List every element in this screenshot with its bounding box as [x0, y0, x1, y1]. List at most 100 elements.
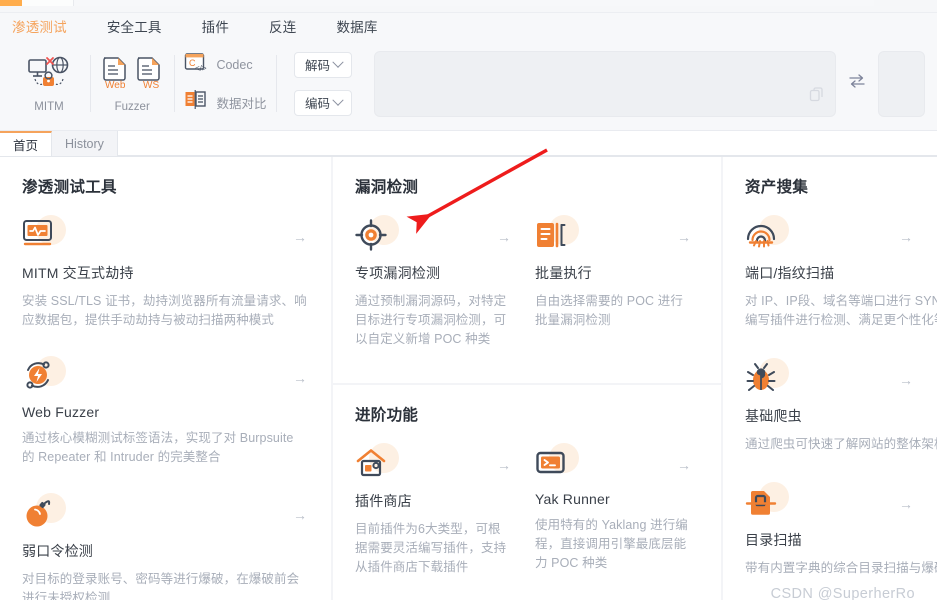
- card-directory-scan[interactable]: → 目录扫描 带有内置字典的综合目录扫描与爆破: [745, 482, 937, 578]
- card-batch-execute[interactable]: → 批量执行 自由选择需要的 POC 进行 批量漏洞检测: [535, 215, 699, 349]
- codec-icon: C </>: [184, 52, 208, 79]
- card-icon-wrap: [22, 356, 68, 398]
- card-desc: 目前插件为6大类型，可根 据需要灵活编写插件，支持 从插件商店下载插件: [355, 522, 507, 574]
- card-icon-wrap: [745, 358, 791, 400]
- chevron-down-icon: [332, 94, 344, 106]
- card-special-vuln-detect[interactable]: → 专项漏洞检测 通过预制漏洞源码，对特定 目标进行专项漏洞检测，可 以自定义新…: [355, 215, 519, 349]
- fuzz-cycle-icon: [22, 360, 56, 397]
- mitm-icon: [27, 55, 71, 96]
- menu-item-reverse[interactable]: 反连: [269, 16, 318, 36]
- window-tab-2[interactable]: [22, 0, 74, 6]
- section-vuln-detection: 漏洞检测 → 专项漏洞检测 通过预制漏洞源码，对特定 目标进行专项漏洞检测，可 …: [333, 157, 721, 383]
- card-desc: 自由选择需要的 POC 进行 批量漏洞检测: [535, 294, 683, 327]
- decode-select-label: 解码: [304, 59, 330, 73]
- card-desc: 对目标的登录账号、密码等进行爆破，在爆破前会 进行未授权检测: [22, 572, 300, 600]
- menubar: 渗透测试 安全工具 插件 反连 数据库: [0, 13, 937, 39]
- card-web-fuzzer[interactable]: → Web Fuzzer 通过核心模糊测试标签语法，实现了对 Burpsuite…: [22, 356, 309, 467]
- menu-item-pentest[interactable]: 渗透测试: [12, 16, 89, 36]
- ribbon-group-fuzzer: Web WS Fuzzer: [90, 43, 174, 124]
- card-title: MITM 交互式劫持: [22, 265, 134, 281]
- batch-list-icon: [535, 219, 569, 256]
- card-icon-wrap: [535, 215, 581, 257]
- advanced-feature-list: → 插件商店 目前插件为6大类型，可根 据需要灵活编写插件，支持 从插件商店下载…: [355, 443, 699, 599]
- card-title: 基础爬虫: [745, 408, 802, 424]
- window-tab-active[interactable]: [0, 0, 22, 6]
- chevron-down-icon: [332, 56, 344, 68]
- data-compare-icon: [184, 89, 208, 116]
- section-title-vuln-detection: 漏洞检测: [355, 179, 419, 196]
- section-asset-collection: 资产搜集 → 端口/指纹扫描 对 IP、IP段、域名等端口进行 SYN、 编写插…: [723, 157, 937, 600]
- card-basic-crawler[interactable]: → 基础爬虫 通过爬虫可快速了解网站的整体架构: [745, 358, 937, 454]
- asset-collection-list: → 端口/指纹扫描 对 IP、IP段、域名等端口进行 SYN、 编写插件进行检测…: [745, 215, 937, 600]
- middle-column: 漏洞检测 → 专项漏洞检测 通过预制漏洞源码，对特定 目标进行专项漏洞检测，可 …: [333, 157, 721, 600]
- menu-item-security-tools[interactable]: 安全工具: [107, 16, 184, 36]
- card-icon-wrap: [535, 443, 581, 485]
- menu-item-plugins[interactable]: 插件: [202, 16, 251, 36]
- card-plugin-store[interactable]: → 插件商店 目前插件为6大类型，可根 据需要灵活编写插件，支持 从插件商店下载…: [355, 443, 519, 577]
- data-compare-label: 数据对比: [216, 96, 267, 111]
- card-desc: 对 IP、IP段、域名等端口进行 SYN、 编写插件进行检测、满足更个性化等: [745, 294, 937, 327]
- page-tab-bar: 首页 History: [0, 131, 937, 157]
- svg-text:WS: WS: [143, 80, 159, 91]
- card-desc: 通过核心模糊测试标签语法，实现了对 Burpsuite 的 Repeater 和…: [22, 431, 294, 464]
- plugin-store-house-icon: [355, 447, 389, 484]
- vuln-detection-list: → 专项漏洞检测 通过预制漏洞源码，对特定 目标进行专项漏洞检测，可 以自定义新…: [355, 215, 699, 371]
- section-title-pentest-tools: 渗透测试工具: [22, 179, 117, 196]
- card-port-fingerprint-scan[interactable]: → 端口/指纹扫描 对 IP、IP段、域名等端口进行 SYN、 编写插件进行检测…: [745, 215, 937, 330]
- codec-input-right[interactable]: [878, 50, 925, 117]
- fingerprint-scan-icon: [745, 219, 779, 256]
- pentest-tool-list: → MITM 交互式劫持 安装 SSL/TLS 证书，劫持浏览器所有流量请求、响…: [22, 215, 309, 600]
- card-title: 目录扫描: [745, 532, 802, 548]
- card-icon-wrap: [745, 215, 791, 257]
- tab-history[interactable]: History: [52, 131, 118, 156]
- mitm-button[interactable]: MITM: [18, 55, 80, 113]
- codec-label: Codec: [216, 58, 253, 72]
- card-title: 弱口令检测: [22, 543, 93, 559]
- chevron-right-icon: →: [677, 229, 691, 245]
- ribbon-group-tools: C </> Codec 数据对比: [174, 43, 276, 124]
- menu-item-database[interactable]: 数据库: [336, 16, 399, 36]
- section-pentest-tools: 渗透测试工具 → MITM 交互式劫持 安装 SSL/TLS 证书，劫持浏览器所…: [0, 157, 331, 600]
- bug-icon: [745, 362, 779, 399]
- card-icon-wrap: [22, 215, 68, 257]
- data-compare-button[interactable]: 数据对比: [184, 89, 266, 116]
- card-icon-wrap: [355, 215, 401, 257]
- card-mitm-hijack[interactable]: → MITM 交互式劫持 安装 SSL/TLS 证书，劫持浏览器所有流量请求、响…: [22, 215, 309, 330]
- codec-button[interactable]: C </> Codec: [184, 52, 266, 79]
- decode-select[interactable]: 解码: [294, 51, 353, 78]
- card-desc: 使用特有的 Yaklang 进行编 程，直接调用引擎最底层能 力 POC 种类: [535, 518, 688, 570]
- bomb-icon: [22, 497, 56, 534]
- tab-home[interactable]: 首页: [0, 131, 53, 156]
- svg-text:Web: Web: [105, 80, 126, 91]
- watermark: CSDN @SuperherRo: [770, 586, 915, 600]
- encode-select-label: 编码: [304, 97, 330, 111]
- card-icon-wrap: [745, 482, 791, 524]
- fuzzer-label: Fuzzer: [114, 100, 150, 113]
- fuzzer-web-icon[interactable]: Web: [100, 56, 134, 95]
- card-desc: 通过爬虫可快速了解网站的整体架构: [745, 437, 937, 451]
- copy-icon[interactable]: [809, 86, 825, 108]
- card-desc: 安装 SSL/TLS 证书，劫持浏览器所有流量请求、响 应数据包，提供手动劫持与…: [22, 294, 307, 327]
- card-icon-wrap: [22, 493, 68, 535]
- chevron-right-icon: →: [899, 496, 913, 512]
- card-title: Web Fuzzer: [22, 404, 100, 420]
- monitor-pulse-icon: [22, 219, 56, 256]
- svg-text:</>: </>: [195, 64, 207, 73]
- card-title: Yak Runner: [535, 491, 610, 507]
- fuzzer-ws-icon[interactable]: WS: [134, 56, 164, 95]
- encode-select[interactable]: 编码: [294, 89, 353, 116]
- swap-button[interactable]: [836, 72, 878, 95]
- card-yak-runner[interactable]: → Yak Runner 使用特有的 Yaklang 进行编 程，直接调用引擎最…: [535, 443, 699, 577]
- mitm-label: MITM: [34, 100, 64, 113]
- chevron-right-icon: →: [677, 457, 691, 473]
- main-content: 渗透测试工具 → MITM 交互式劫持 安装 SSL/TLS 证书，劫持浏览器所…: [0, 157, 937, 600]
- ribbon-group-mitm: MITM: [8, 43, 90, 124]
- card-desc: 带有内置字典的综合目录扫描与爆破: [745, 561, 937, 575]
- codec-input-left[interactable]: [374, 50, 837, 117]
- codec-io-area: [370, 43, 929, 124]
- card-weak-password[interactable]: → 弱口令检测 对目标的登录账号、密码等进行爆破，在爆破前会 进行未授权检测: [22, 493, 309, 600]
- ribbon-group-codec-selects: 解码 编码: [276, 43, 370, 124]
- chevron-right-icon: →: [293, 507, 307, 523]
- chevron-right-icon: →: [497, 457, 511, 473]
- window-tab-3[interactable]: [74, 0, 874, 6]
